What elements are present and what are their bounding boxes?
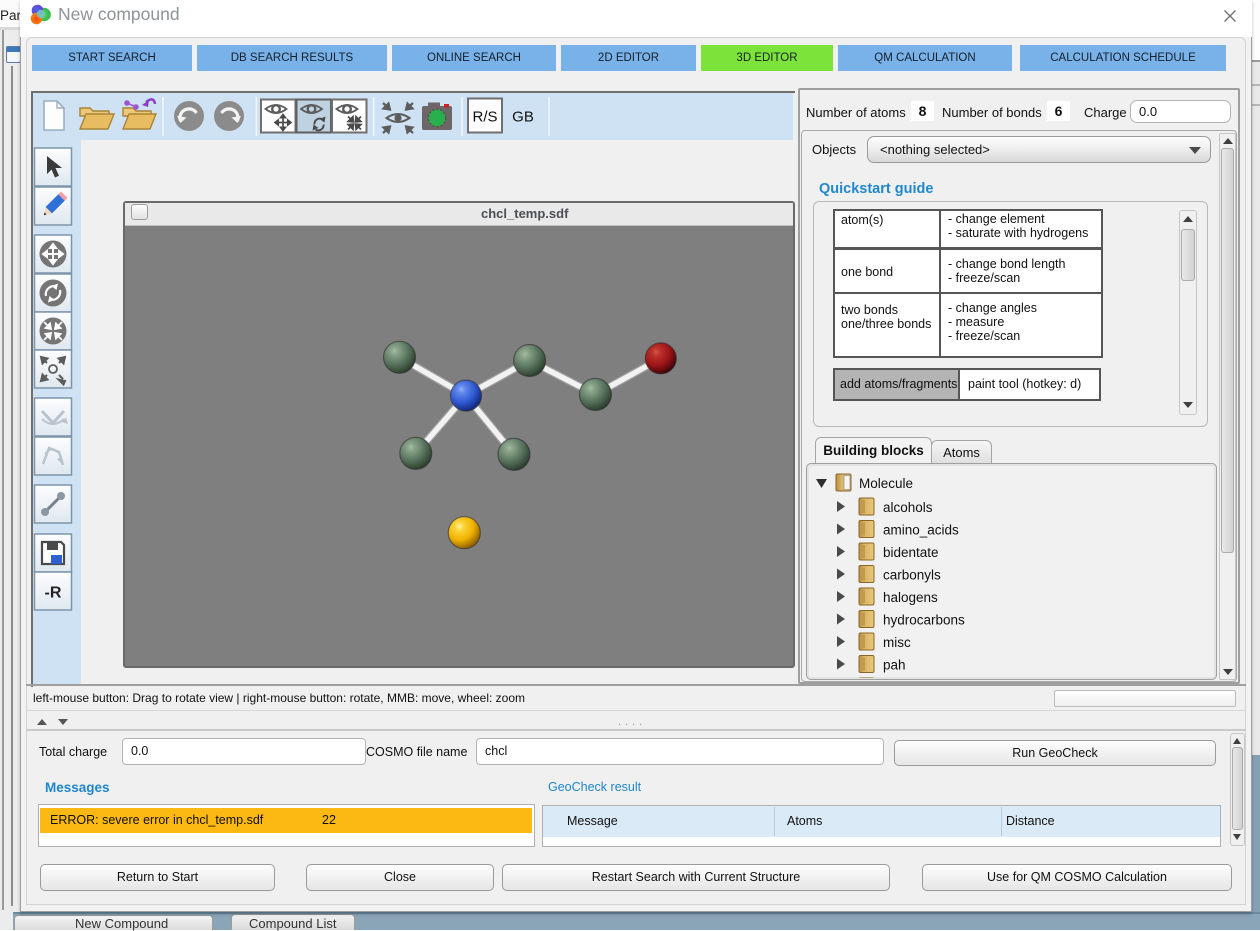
svg-text:R/S: R/S [472, 109, 497, 126]
svg-text:halogens: halogens [883, 590, 938, 605]
svg-text:hydrocarbons: hydrocarbons [883, 613, 965, 628]
svg-text:-R: -R [45, 585, 62, 602]
svg-text:Molecule: Molecule [859, 476, 913, 491]
svg-text:bidentate: bidentate [883, 545, 939, 560]
svg-text:pah: pah [883, 658, 906, 673]
svg-text:amino_acids: amino_acids [883, 523, 959, 538]
svg-text:GB: GB [512, 109, 534, 126]
svg-text:alcohols: alcohols [883, 500, 933, 515]
svg-text:misc: misc [883, 635, 911, 650]
svg-text:carbonyls: carbonyls [883, 568, 941, 583]
